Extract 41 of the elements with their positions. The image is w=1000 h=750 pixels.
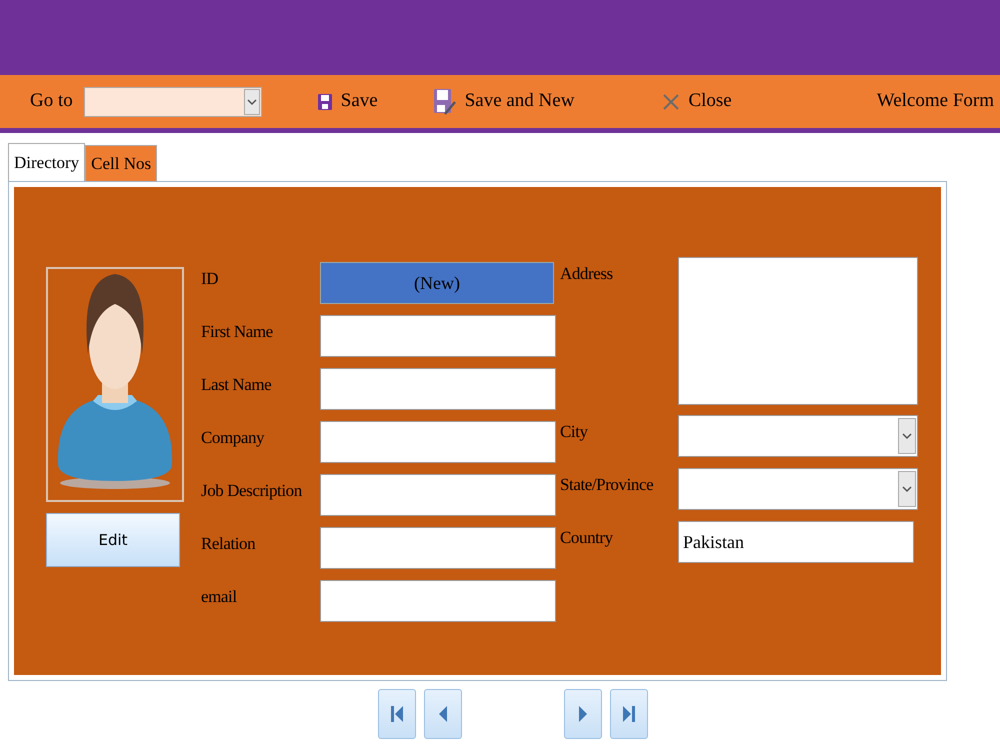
save-button[interactable]: Save [316, 87, 378, 116]
field-label: State/Province [560, 474, 654, 496]
record-navigation-button[interactable] [378, 689, 416, 739]
record-navigation-button[interactable] [564, 689, 602, 739]
field-label: First Name [201, 321, 274, 343]
record-navigation-button[interactable] [610, 689, 648, 739]
goto-label: Go to [30, 89, 73, 114]
tab[interactable]: Cell Nos [85, 145, 158, 181]
field-label: ID [201, 268, 220, 290]
record-navigation-button[interactable] [424, 689, 462, 739]
text-field[interactable]: Pakistan [678, 521, 914, 563]
floppy-disk-pencil-icon [432, 88, 457, 116]
previous-record-icon [438, 705, 448, 723]
dropdown-caret-icon[interactable] [244, 88, 260, 114]
close-button[interactable]: Close [662, 87, 732, 116]
text-field[interactable] [320, 315, 556, 357]
address-field[interactable] [678, 257, 918, 405]
save-button[interactable]: Save and New [432, 87, 574, 116]
next-record-icon [578, 705, 588, 723]
field-label: Country [560, 527, 614, 549]
field-label: Company [201, 427, 266, 449]
id-field: (New) [320, 262, 554, 304]
last-record-icon [622, 705, 636, 723]
text-field[interactable] [320, 368, 556, 410]
field-label: Job Description [201, 480, 303, 502]
edit-photo-button[interactable]: Edit [46, 513, 180, 567]
field-label: Last Name [201, 374, 272, 396]
field-label: Relation [201, 533, 256, 555]
text-field[interactable] [320, 421, 556, 463]
tab[interactable]: Directory [8, 143, 86, 181]
close-icon [662, 92, 680, 110]
first-record-icon [390, 705, 404, 723]
dropdown-field[interactable] [678, 415, 918, 457]
dropdown-field[interactable] [678, 468, 918, 510]
text-field[interactable] [320, 527, 556, 569]
field-label: City [560, 421, 589, 443]
form-title: Welcome Form [876, 89, 994, 114]
field-label: email [201, 586, 238, 608]
text-field[interactable] [320, 474, 556, 516]
text-field[interactable] [320, 580, 556, 622]
field-label: Address [560, 263, 614, 285]
